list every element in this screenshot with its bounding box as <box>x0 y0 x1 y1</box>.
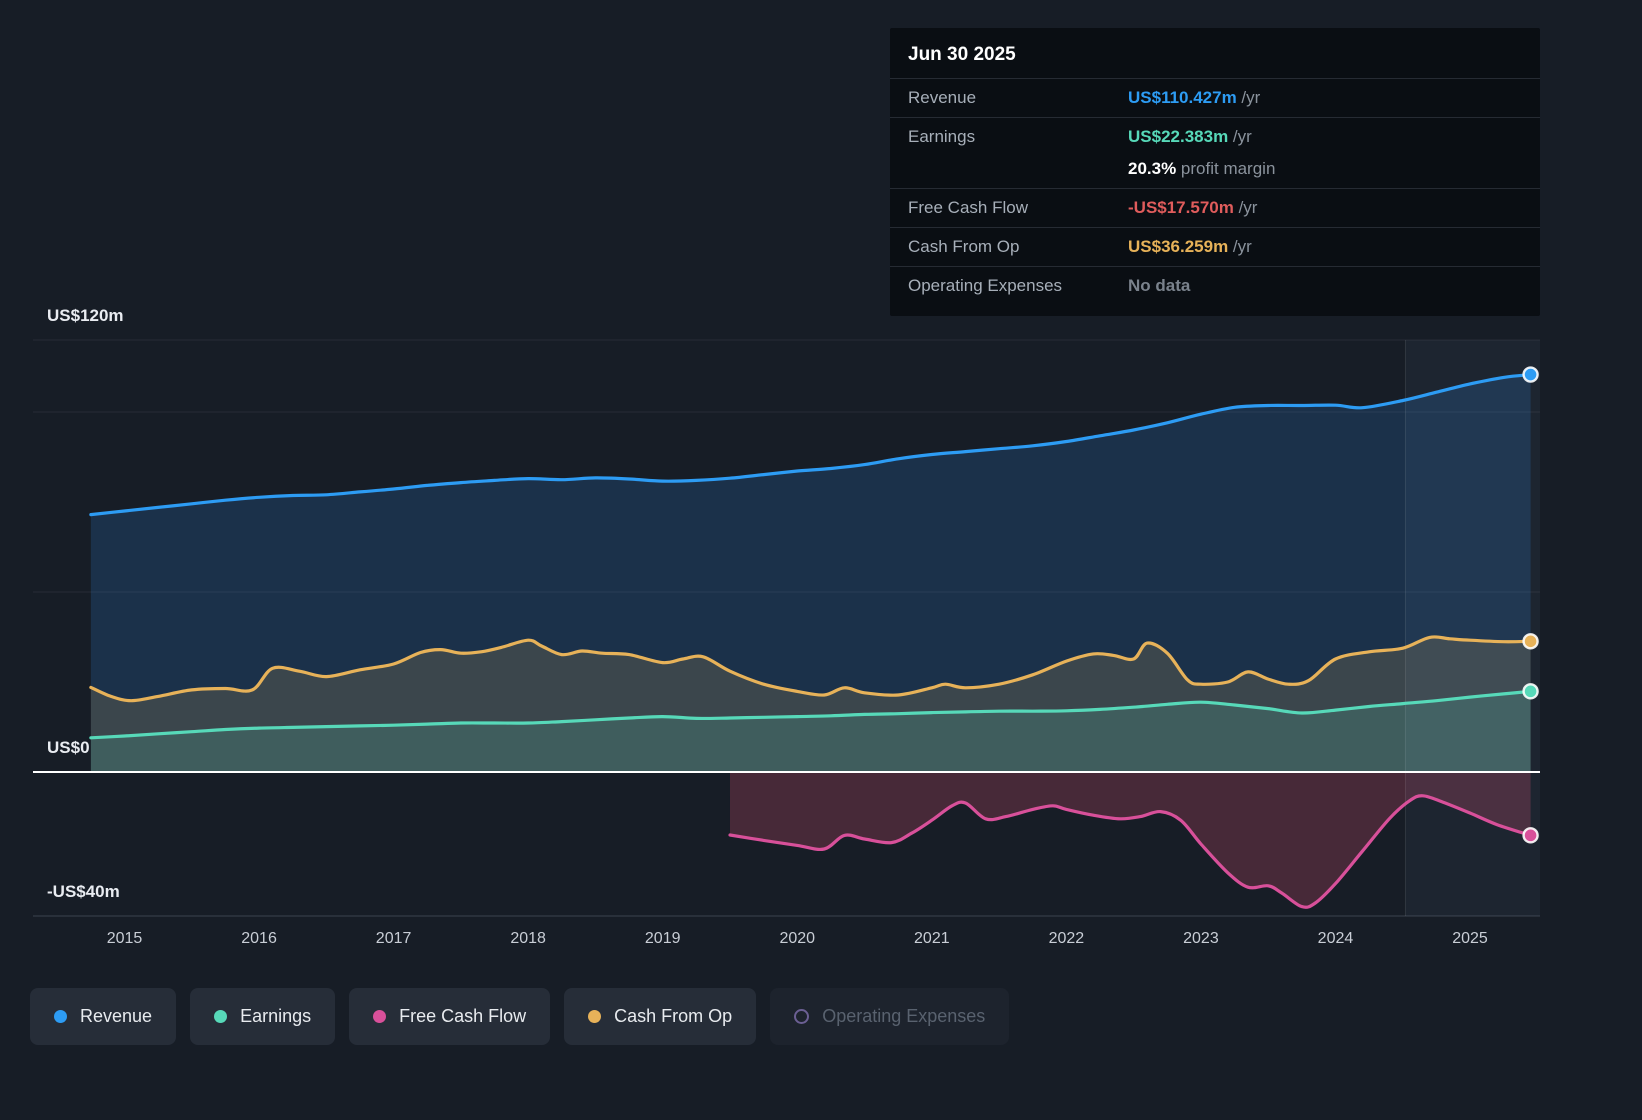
tooltip-suffix: /yr <box>1237 88 1261 107</box>
y-axis-label: -US$40m <box>47 882 120 902</box>
x-tick-label: 2015 <box>107 930 143 948</box>
legend-item-operating-expenses[interactable]: Operating Expenses <box>770 988 1009 1045</box>
tooltip-suffix: profit margin <box>1176 159 1275 178</box>
legend-item-cash-from-op[interactable]: Cash From Op <box>564 988 756 1045</box>
tooltip-row-free-cash-flow: Free Cash Flow -US$17.570m /yr <box>890 188 1540 227</box>
tooltip-label: Earnings <box>908 126 1128 148</box>
highlight-band <box>1405 340 1540 916</box>
tooltip-row-revenue: Revenue US$110.427m /yr <box>890 78 1540 117</box>
x-tick-label: 2021 <box>914 930 950 948</box>
operating-expenses-dot-icon <box>794 1009 809 1024</box>
x-tick-label: 2018 <box>510 930 546 948</box>
tooltip-label: Free Cash Flow <box>908 197 1128 219</box>
tooltip-value: US$110.427m <box>1128 88 1237 107</box>
x-tick-label: 2023 <box>1183 930 1219 948</box>
tooltip-row-earnings: Earnings US$22.383m /yr <box>890 117 1540 156</box>
legend-label: Operating Expenses <box>822 1006 985 1027</box>
revenue-dot-icon <box>54 1010 67 1023</box>
legend: Revenue Earnings Free Cash Flow Cash Fro… <box>30 988 1009 1045</box>
x-tick-label: 2016 <box>241 930 277 948</box>
tooltip-label: Operating Expenses <box>908 275 1128 297</box>
tooltip-value: -US$17.570m <box>1128 198 1234 217</box>
earnings-end-marker <box>1524 684 1538 698</box>
earnings-dot-icon <box>214 1010 227 1023</box>
tooltip-row-profit-margin: 20.3% profit margin <box>890 156 1540 188</box>
free-cash-flow-end-marker <box>1524 828 1538 842</box>
legend-label: Earnings <box>240 1006 311 1027</box>
tooltip-row-cash-from-op: Cash From Op US$36.259m /yr <box>890 227 1540 266</box>
revenue-end-marker <box>1524 368 1538 382</box>
tooltip-suffix: /yr <box>1228 237 1252 256</box>
legend-label: Free Cash Flow <box>399 1006 526 1027</box>
cash-from-op-end-marker <box>1524 634 1538 648</box>
tooltip-value: US$22.383m <box>1128 127 1228 146</box>
y-axis-label: US$120m <box>47 306 124 326</box>
tooltip-value: US$36.259m <box>1128 237 1228 256</box>
x-tick-label: 2017 <box>376 930 412 948</box>
x-tick-label: 2024 <box>1318 930 1354 948</box>
tooltip-value: 20.3% <box>1128 159 1176 178</box>
y-axis-label: US$0 <box>47 738 90 758</box>
legend-item-free-cash-flow[interactable]: Free Cash Flow <box>349 988 550 1045</box>
legend-label: Revenue <box>80 1006 152 1027</box>
tooltip-row-operating-expenses: Operating Expenses No data <box>890 266 1540 305</box>
x-tick-label: 2022 <box>1049 930 1085 948</box>
x-tick-label: 2019 <box>645 930 681 948</box>
free-cash-flow-dot-icon <box>373 1010 386 1023</box>
tooltip-label: Revenue <box>908 87 1128 109</box>
x-tick-label: 2025 <box>1452 930 1488 948</box>
cash-from-op-dot-icon <box>588 1010 601 1023</box>
tooltip: Jun 30 2025 Revenue US$110.427m /yr Earn… <box>890 28 1540 316</box>
tooltip-label: Cash From Op <box>908 236 1128 258</box>
tooltip-suffix: /yr <box>1228 127 1252 146</box>
x-tick-label: 2020 <box>779 930 815 948</box>
legend-label: Cash From Op <box>614 1006 732 1027</box>
tooltip-value: No data <box>1128 276 1190 295</box>
legend-item-revenue[interactable]: Revenue <box>30 988 176 1045</box>
tooltip-suffix: /yr <box>1234 198 1258 217</box>
tooltip-date: Jun 30 2025 <box>890 32 1540 78</box>
legend-item-earnings[interactable]: Earnings <box>190 988 335 1045</box>
